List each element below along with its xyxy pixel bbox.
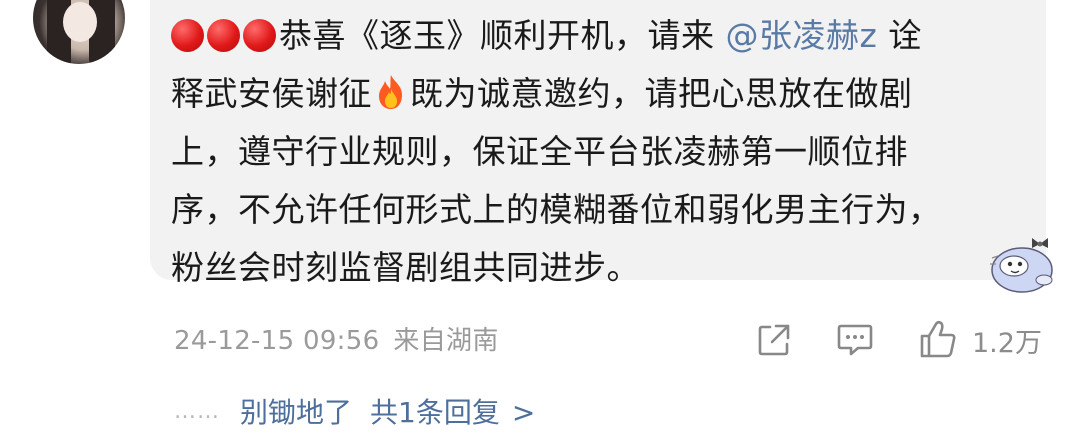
share-icon[interactable]	[756, 322, 792, 358]
like-count: 1.2万	[972, 328, 1042, 359]
comment-text: 恭喜《逐玉》顺利开机，请来 @张凌赫z 诠 释武安侯谢征 既为诚意邀约，请把心思…	[171, 7, 1041, 297]
replier-name[interactable]: 别锄地了	[240, 396, 352, 429]
mention-link[interactable]: @张凌赫z	[726, 16, 878, 55]
comment-line-c: 上，遵守行业规则，保证全平台张凌赫第一顺位排	[171, 132, 908, 171]
chevron-right-icon: >	[511, 396, 536, 429]
comment-line-d: 序，不允许任何形式上的模糊番位和弱化男主行为，	[171, 190, 942, 229]
like-icon[interactable]	[918, 318, 958, 360]
reply-count-link[interactable]: 共1条回复	[370, 396, 500, 429]
red-circle-icon	[243, 19, 276, 52]
comment-line-b-tail: 既为诚意邀约，请把心思放在做剧	[410, 74, 913, 113]
red-circle-icon	[207, 19, 240, 52]
cartoon-sticker-icon	[990, 238, 1053, 293]
comment-prefix: 恭喜《逐玉》顺利开机，请来	[279, 16, 715, 55]
red-circle-icon	[171, 19, 204, 52]
comment-location: 来自湖南	[393, 326, 499, 356]
comment-line-b-head: 释武安侯谢征	[171, 74, 372, 113]
comment-icon[interactable]	[836, 322, 874, 358]
comment-line-e: 粉丝会时刻监督剧组共同进步。	[171, 248, 640, 287]
fire-icon	[379, 75, 402, 109]
comment-line-a-tail: 诠	[877, 16, 922, 55]
reply-preview[interactable]: …… 别锄地了 共1条回复 >	[174, 392, 535, 433]
reply-dots: ……	[174, 399, 220, 424]
avatar[interactable]	[33, 0, 125, 64]
comment-timestamp: 24-12-15 09:56	[174, 326, 380, 356]
comment-meta: 24-12-15 09:56 来自湖南	[174, 320, 499, 357]
